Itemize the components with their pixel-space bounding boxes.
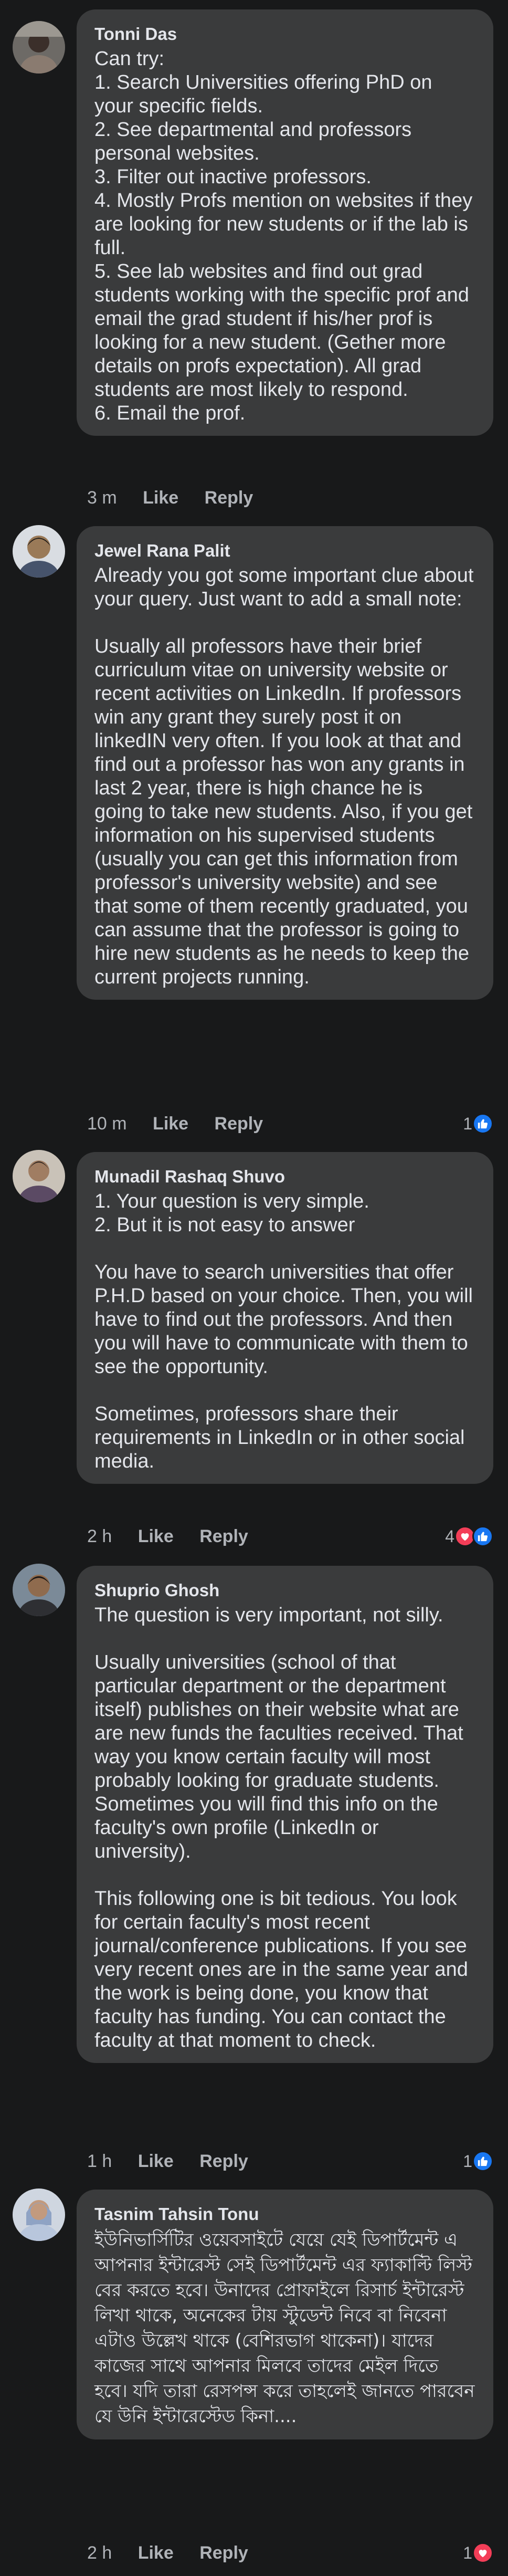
avatar[interactable] bbox=[13, 21, 65, 74]
comment-actions: 2 h Like Reply bbox=[87, 1525, 269, 1548]
comment-bubble: Tonni Das Can try: 1. Search Universitie… bbox=[77, 9, 493, 436]
comment-time[interactable]: 10 m bbox=[87, 1114, 127, 1134]
comment-text: Already you got some important clue abou… bbox=[94, 564, 474, 988]
like-button[interactable]: Like bbox=[138, 2543, 174, 2563]
reaction-count: 1 bbox=[463, 2151, 472, 2171]
reaction-summary[interactable]: 1 bbox=[463, 2541, 493, 2564]
comment-actions: 10 m Like Reply bbox=[87, 1112, 284, 1135]
comment-actions: 1 h Like Reply bbox=[87, 2150, 269, 2173]
reaction-summary[interactable]: 4 bbox=[445, 1525, 493, 1548]
avatar[interactable] bbox=[13, 2188, 65, 2241]
comment-time[interactable]: 1 h bbox=[87, 2151, 112, 2171]
like-button[interactable]: Like bbox=[153, 1114, 188, 1134]
reaction-count: 1 bbox=[463, 1114, 472, 1133]
comment-text: ইউনিভার্সিটির ওয়েবসাইটে যেয়ে যেই ডিপার… bbox=[94, 2229, 481, 2427]
comment-time[interactable]: 2 h bbox=[87, 1526, 112, 1546]
comment-author[interactable]: Tonni Das bbox=[94, 23, 475, 45]
heart-icon bbox=[472, 2542, 493, 2563]
avatar[interactable] bbox=[13, 1564, 65, 1616]
like-button[interactable]: Like bbox=[138, 2151, 174, 2171]
like-button[interactable]: Like bbox=[143, 488, 178, 508]
thumbs-up-icon bbox=[472, 2151, 493, 2172]
reply-button[interactable]: Reply bbox=[199, 2151, 248, 2171]
thumbs-up-icon bbox=[472, 1526, 493, 1547]
thumbs-up-icon bbox=[472, 1113, 493, 1134]
comment-author[interactable]: Jewel Rana Palit bbox=[94, 540, 475, 562]
like-button[interactable]: Like bbox=[138, 1526, 174, 1546]
reaction-summary[interactable]: 1 bbox=[463, 2150, 493, 2173]
comment-text: Can try: 1. Search Universities offering… bbox=[94, 48, 473, 424]
comment-author[interactable]: Shuprio Ghosh bbox=[94, 1579, 475, 1601]
avatar[interactable] bbox=[13, 525, 65, 578]
reaction-count: 1 bbox=[463, 2543, 472, 2562]
comment-actions: 3 m Like Reply bbox=[87, 486, 274, 509]
comment-text: The question is very important, not sill… bbox=[94, 1604, 468, 2051]
comment-time[interactable]: 3 m bbox=[87, 488, 117, 508]
comment-bubble: Jewel Rana Palit Already you got some im… bbox=[77, 526, 493, 1000]
comment-bubble: Tasnim Tahsin Tonu ইউনিভার্সিটির ওয়েবসা… bbox=[77, 2190, 493, 2439]
reaction-count: 4 bbox=[445, 1526, 454, 1546]
comment-bubble: Munadil Rashaq Shuvo 1. Your question is… bbox=[77, 1152, 493, 1484]
reply-button[interactable]: Reply bbox=[215, 1114, 263, 1134]
reply-button[interactable]: Reply bbox=[205, 488, 253, 508]
comment-text: 1. Your question is very simple. 2. But … bbox=[94, 1190, 473, 1472]
reply-button[interactable]: Reply bbox=[199, 2543, 248, 2563]
comment-bubble: Shuprio Ghosh The question is very impor… bbox=[77, 1566, 493, 2063]
comment-time[interactable]: 2 h bbox=[87, 2543, 112, 2563]
reply-button[interactable]: Reply bbox=[199, 1526, 248, 1546]
comment-actions: 2 h Like Reply bbox=[87, 2541, 269, 2564]
reaction-summary[interactable]: 1 bbox=[463, 1112, 493, 1135]
comment-author[interactable]: Tasnim Tahsin Tonu bbox=[94, 2203, 475, 2225]
avatar[interactable] bbox=[13, 1150, 65, 1202]
comment-author[interactable]: Munadil Rashaq Shuvo bbox=[94, 1166, 475, 1188]
